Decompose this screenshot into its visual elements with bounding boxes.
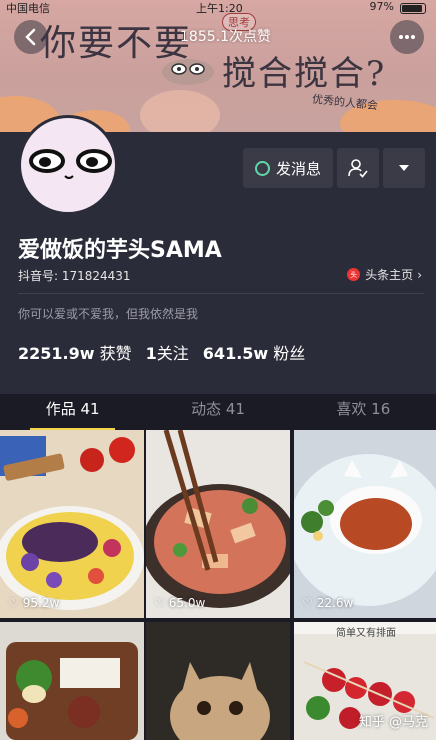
toutiao-link-label: 头条主页 [365, 268, 414, 282]
user-check-icon [348, 159, 368, 178]
send-message-button[interactable]: 发消息 [243, 148, 333, 188]
video-tile[interactable] [146, 622, 290, 740]
like-count-value: 95.2w [22, 596, 60, 610]
heart-icon: ♡ [154, 596, 165, 610]
douyin-id: 抖音号: 171824431 [18, 269, 131, 283]
tab-works[interactable]: 作品 41 [0, 394, 145, 430]
heart-icon: ♡ [8, 596, 19, 610]
follow-status-button[interactable] [337, 148, 379, 188]
video-tile[interactable] [0, 622, 144, 740]
likes-label: 获赞 [99, 344, 132, 363]
carrier-label: 中国电信 [6, 2, 50, 15]
followers-count: 641.5w [202, 344, 269, 363]
like-count-value: 65.0w [168, 596, 206, 610]
more-dots-icon [399, 35, 415, 39]
chevron-right-icon: › [417, 267, 422, 282]
video-thumbnail [146, 622, 290, 740]
likes-stat[interactable]: 2251.9w 获赞 [18, 340, 132, 364]
video-tile[interactable]: ♡ 65.0w [146, 430, 290, 618]
battery-percent: 97% [369, 0, 394, 13]
back-button[interactable] [14, 20, 48, 54]
avatar[interactable] [18, 115, 118, 215]
tab-likes[interactable]: 喜欢 16 [291, 394, 436, 430]
cartoon-face-icon [162, 59, 214, 85]
tab-activity[interactable]: 动态 41 [145, 394, 290, 430]
chevron-left-icon [25, 28, 36, 46]
video-grid: ♡ 95.2w ♡ 65.0w ♡ 22.6w 简单又有排面 知乎 @马克 [0, 430, 436, 740]
profile-stats: 2251.9w 获赞 1关注 641.5w 粉丝 [18, 340, 305, 364]
video-thumbnail [0, 622, 144, 740]
video-tile[interactable]: ♡ 22.6w [294, 430, 436, 618]
like-count: ♡ 65.0w [154, 596, 205, 610]
following-label: 关注 [156, 344, 189, 363]
like-count: ♡ 22.6w [302, 596, 353, 610]
followers-stat[interactable]: 641.5w 粉丝 [203, 340, 306, 364]
video-tile[interactable]: ♡ 95.2w [0, 430, 144, 618]
video-thumbnail [0, 430, 144, 618]
like-count-value: 22.6w [316, 596, 354, 610]
chat-bubble-icon [254, 160, 270, 176]
toutiao-homepage-link[interactable]: 头 头条主页 › [347, 266, 422, 283]
followers-label: 粉丝 [273, 344, 306, 363]
like-count: ♡ 95.2w [8, 596, 59, 610]
battery-icon [400, 3, 426, 14]
video-thumbnail [146, 430, 290, 618]
banner-cloud [140, 90, 220, 132]
divider [18, 293, 424, 294]
profile-bio: 你可以爱或不爱我，但我依然是我 [18, 307, 199, 321]
caret-down-icon [399, 165, 409, 171]
following-count: 1 [145, 344, 157, 363]
profile-tabs: 作品 41 动态 41 喜欢 16 [0, 394, 436, 430]
recommend-dropdown-button[interactable] [383, 148, 425, 188]
heart-icon: ♡ [302, 596, 313, 610]
banner-headline-2: 搅合搅合? [222, 54, 387, 94]
following-stat[interactable]: 1关注 [146, 340, 189, 364]
send-message-label: 发消息 [275, 159, 321, 178]
more-options-button[interactable] [390, 20, 424, 54]
watermark: 知乎 @马克 [358, 715, 428, 730]
video-thumbnail [294, 430, 436, 618]
profile-banner: 你要不要 思考 搅合搅合? 优秀的人都会 [0, 0, 436, 132]
likes-count: 2251.9w [18, 344, 95, 363]
toutiao-logo-icon: 头 [347, 268, 361, 281]
status-bar: 中国电信 上午1:20 97% [0, 0, 436, 16]
clock: 上午1:20 [196, 2, 243, 15]
banner-views-count: 1855.1次点赞 [180, 29, 271, 45]
tile-caption: 简单又有排面 [336, 628, 396, 639]
profile-name: 爱做饭的芋头SAMA [18, 238, 222, 263]
